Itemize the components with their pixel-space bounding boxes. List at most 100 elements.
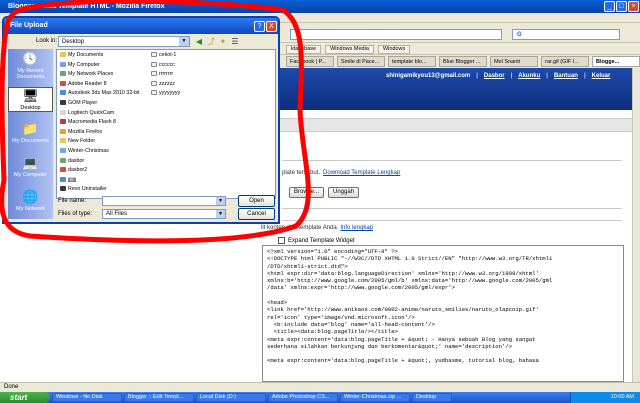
browser-tab[interactable]: Facebook | P... [286,56,334,67]
download-section: plate tersebut. Download Template Lengkap [282,170,400,176]
start-button[interactable]: start [0,392,50,403]
new-folder-icon[interactable]: ✦ [218,37,228,47]
file-icon [60,80,66,86]
expand-checkbox[interactable] [278,237,285,244]
file-icon [60,71,66,77]
bookmark-item[interactable]: Windows Media [325,45,374,54]
browser-tab[interactable]: rar.gif (GIF I... [541,56,589,67]
upload-row: Browse... Unggah [289,187,360,198]
file-item[interactable]: jjjjjjj [60,177,76,184]
file-name: dasbor [68,157,85,164]
browser-tab[interactable]: template blo... [388,56,436,67]
file-item[interactable]: cekot-1 [151,52,176,59]
file-item[interactable]: My Documents [60,52,103,59]
chevron-down-icon[interactable]: ▼ [216,210,225,218]
file-icon [60,90,66,96]
filename-label: File name: [58,198,87,204]
file-name: Autodesk 3ds Max 2010 32-bit [68,90,140,97]
file-item[interactable]: Logitech QuickCam [60,110,114,117]
filetype-select[interactable]: All Files ▼ [102,209,226,219]
browse-button[interactable]: Browse... [289,187,325,198]
network-icon: 🌐 [22,189,39,204]
maximize-icon[interactable]: □ [616,1,627,12]
file-name: Macromedia Flash 8 [68,119,116,126]
lookin-value: Desktop [62,39,85,45]
browser-tab[interactable]: Mel Snanti [490,56,538,67]
bookmark-item[interactable]: ktacebase [286,45,322,54]
bookmark-item[interactable]: Windows [377,45,411,54]
file-name: zzzzzz [159,80,175,87]
expand-widget-toggle[interactable]: Expand Template Widget [278,237,355,244]
file-item[interactable]: Adobe Reader 8 [60,81,107,88]
taskbar-item[interactable]: Desktop [412,393,452,402]
status-text: Done [4,384,19,390]
file-item[interactable]: dasbor2 [60,167,87,174]
file-item[interactable]: zzzzzz [151,81,175,88]
place-recent[interactable]: 🕓 My Recent Documents [8,51,53,80]
lookin-dropdown[interactable]: Desktop ▼ [58,36,190,47]
lookin-label: Look in: [36,38,58,44]
place-desktop[interactable]: 🖥 Desktop [8,87,53,112]
chevron-down-icon[interactable]: ▼ [179,37,189,46]
recent-documents-icon: 🕓 [22,51,39,66]
help-icon[interactable]: ? [254,21,265,32]
file-item[interactable]: My Computer [60,62,100,69]
account-link[interactable]: Akunku [518,73,540,79]
up-folder-icon[interactable]: ⤴ [206,37,216,47]
file-name: Revo Uninstaller [68,186,107,193]
place-my-computer[interactable]: 💻 My Computer [8,155,53,178]
file-item[interactable]: My Network Places [60,71,113,78]
taskbar-item[interactable]: Local Disk (D:) [196,393,266,402]
file-item[interactable]: cccccc [151,62,175,69]
close-icon[interactable]: X [266,21,277,32]
file-item[interactable]: dasbor [60,158,84,165]
browser-title: Blogger :: Edit Template HTML - Mozilla … [8,3,165,10]
taskbar-item[interactable]: Adobe Photoshop CS... [268,393,338,402]
logout-link[interactable]: Keluar [592,73,611,79]
download-template-link[interactable]: Download Template Lengkap [323,170,400,176]
taskbar-item[interactable]: Winter-Christmas.zip ... [340,393,410,402]
file-icon [60,61,66,67]
chevron-down-icon[interactable]: ▼ [216,197,225,205]
taskbar-item[interactable]: Blogger :: Edit Templ... [124,393,194,402]
file-item[interactable]: Winter-Christmas [60,148,109,155]
file-item[interactable]: New Folder [60,138,95,145]
dashboard-link[interactable]: Dasbor [484,73,505,79]
file-list[interactable]: My Documents My Computer My Network Places… [56,49,276,199]
filetype-label: Files of type: [58,211,93,217]
filename-input[interactable]: ▼ [102,196,226,206]
file-item[interactable]: Revo Uninstaller [60,186,107,193]
file-name: Logitech QuickCam [68,109,115,116]
file-item[interactable]: yyyyyyyy [151,90,180,97]
file-item[interactable]: rrrrrrrr [151,71,173,78]
search-input[interactable]: G [512,29,620,40]
template-code-editor[interactable]: <?xml version="1.0" encoding="UTF-8" ?> <… [262,245,624,382]
file-name: Adobe Reader 8 [68,80,107,87]
back-icon[interactable]: ◀ [194,37,204,47]
search-engine-icon: G [517,32,522,38]
close-window-icon[interactable]: × [628,1,639,12]
upload-button[interactable]: Unggah [328,187,360,198]
divider [282,160,622,161]
browser-tab-active[interactable]: Blogge... [592,56,640,67]
browser-tab[interactable]: Blue Blogger ... [439,56,487,67]
url-bar[interactable] [290,29,502,40]
file-item[interactable]: GOM Player [60,100,97,107]
taskbar-item[interactable]: Windows - No Disk [52,393,122,402]
file-name: cccccc [159,61,175,68]
browser-tab[interactable]: Smile di Pace... [337,56,385,67]
help-link[interactable]: Bantuan [554,73,578,79]
info-link[interactable]: Info lengkap [340,225,373,231]
page-scrollbar[interactable] [632,68,640,382]
cancel-button[interactable]: Cancel [238,208,275,220]
file-name: My Network Places [68,71,114,78]
place-my-documents[interactable]: 📁 My Documents [8,121,53,144]
code-line: sederhana silahkan berkunjung dan berkom… [267,342,513,350]
view-menu-icon[interactable]: ☰ [230,37,240,47]
minimize-icon[interactable]: _ [604,1,615,12]
file-item[interactable]: Mozilla Firefox [60,129,102,136]
file-item[interactable]: Autodesk 3ds Max 2010 32-bit [60,90,140,97]
open-button[interactable]: Open [238,195,275,207]
place-my-network[interactable]: 🌐 My Network [8,189,53,212]
file-item[interactable]: Macromedia Flash 8 [60,119,116,126]
